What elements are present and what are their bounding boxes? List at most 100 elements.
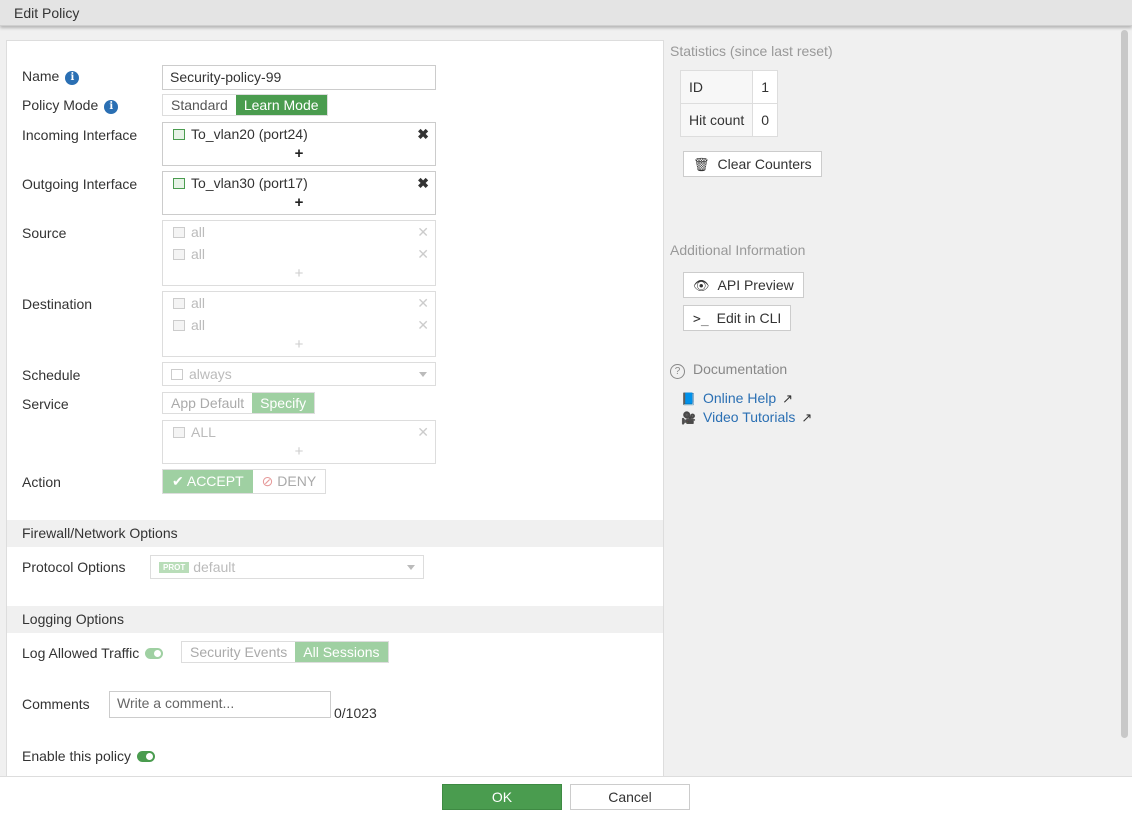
address-icon <box>173 227 185 238</box>
protocol-options-label: Protocol Options <box>22 559 126 575</box>
log-security-events-option[interactable]: Security Events <box>182 642 295 662</box>
cancel-button[interactable]: Cancel <box>570 784 690 810</box>
external-link-icon: ↗ <box>801 410 813 425</box>
question-icon: ? <box>670 364 685 379</box>
external-link-icon: ↗ <box>782 391 794 406</box>
name-input[interactable]: Security-policy-99 <box>162 65 436 90</box>
table-row: ID 1 <box>679 70 779 104</box>
stat-value: 0 <box>752 103 779 137</box>
remove-icon[interactable]: ✕ <box>417 292 429 314</box>
schedule-select[interactable]: always <box>162 362 436 386</box>
address-entry: all ✕ <box>163 221 435 243</box>
protocol-options-select[interactable]: PROT default <box>150 555 424 579</box>
remove-icon[interactable]: ✖ <box>417 123 429 145</box>
outgoing-interface-field[interactable]: To_vlan30 (port17) ✖ + <box>162 171 436 215</box>
check-icon: ✔ <box>172 473 184 489</box>
interface-icon <box>173 178 185 189</box>
policy-mode-learn-option[interactable]: Learn Mode <box>235 95 327 115</box>
remove-icon[interactable]: ✕ <box>417 421 429 443</box>
firewall-network-options-header: Firewall/Network Options <box>7 520 663 547</box>
service-specify-option[interactable]: Specify <box>252 393 315 413</box>
action-deny-option[interactable]: ⊘ DENY <box>253 470 326 493</box>
eye-icon: 👁 <box>693 278 710 293</box>
remove-icon[interactable]: ✕ <box>417 221 429 243</box>
info-icon[interactable]: i <box>104 100 119 114</box>
address6-entry: all ✕ <box>163 314 435 336</box>
action-label: Action <box>22 474 61 490</box>
documentation-title: ? Documentation <box>670 361 787 379</box>
deny-icon: ⊘ <box>261 473 274 489</box>
table-row: Hit count 0 <box>679 103 779 137</box>
policy-mode-standard-option[interactable]: Standard <box>163 95 236 115</box>
chevron-down-icon <box>419 372 427 377</box>
remove-icon[interactable]: ✕ <box>417 314 429 336</box>
protocol-badge: PROT <box>159 562 190 573</box>
add-entry-button[interactable]: + <box>163 194 435 214</box>
address6-entry: all ✕ <box>163 243 435 265</box>
action-toggle: ✔ ACCEPT ⊘ DENY <box>162 469 327 494</box>
service-icon <box>173 427 185 438</box>
ok-button[interactable]: OK <box>442 784 562 810</box>
source-field[interactable]: all ✕ all ✕ + <box>162 220 436 286</box>
stat-key: Hit count <box>679 103 754 137</box>
destination-label: Destination <box>22 296 93 312</box>
comments-label: Comments <box>22 696 90 712</box>
clear-counters-button[interactable]: 🗑 Clear Counters <box>683 151 822 177</box>
online-help-link[interactable]: 📘 Online Help ↗ <box>681 390 793 407</box>
enable-policy-toggle[interactable] <box>136 751 155 762</box>
service-field[interactable]: ALL ✕ + <box>162 420 436 464</box>
address-icon <box>173 298 185 309</box>
stat-value: 1 <box>752 70 779 104</box>
policy-mode-label: Policy Mode i <box>22 97 119 114</box>
add-entry-button[interactable]: + <box>163 145 435 165</box>
book-icon: 📘 <box>681 392 696 406</box>
enable-policy-label: Enable this policy <box>22 748 155 764</box>
video-camera-icon: 🎥 <box>681 411 696 425</box>
stat-key: ID <box>679 70 754 104</box>
schedule-label: Schedule <box>22 367 81 383</box>
dialog-footer: OK Cancel <box>0 776 1132 814</box>
name-label: Name i <box>22 68 80 85</box>
trash-icon: 🗑 <box>693 157 710 172</box>
address-entry: all ✕ <box>163 292 435 314</box>
action-accept-option[interactable]: ✔ ACCEPT <box>163 470 253 493</box>
api-preview-button[interactable]: 👁 API Preview <box>683 272 804 298</box>
remove-icon[interactable]: ✕ <box>417 243 429 265</box>
service-mode-toggle: App Default Specify <box>162 392 316 414</box>
service-label: Service <box>22 396 69 412</box>
incoming-interface-field[interactable]: To_vlan20 (port24) ✖ + <box>162 122 436 166</box>
remove-icon[interactable]: ✖ <box>417 172 429 194</box>
dialog-title: Edit Policy <box>14 5 80 21</box>
edit-in-cli-button[interactable]: >_ Edit in CLI <box>683 305 792 331</box>
comments-textarea[interactable]: Write a comment... <box>109 691 331 718</box>
additional-information-title: Additional Information <box>670 242 806 258</box>
destination-field[interactable]: all ✕ all ✕ + <box>162 291 436 357</box>
dialog-title-bar: Edit Policy <box>0 0 1132 26</box>
video-tutorials-link[interactable]: 🎥 Video Tutorials ↗ <box>681 409 812 426</box>
add-entry-button[interactable]: + <box>163 265 435 285</box>
interface-entry: To_vlan30 (port17) ✖ <box>163 172 435 194</box>
service-entry: ALL ✕ <box>163 421 435 443</box>
policy-mode-toggle: Standard Learn Mode <box>162 94 328 116</box>
incoming-interface-label: Incoming Interface <box>22 127 138 143</box>
log-all-sessions-option[interactable]: All Sessions <box>295 642 388 662</box>
address6-icon <box>173 249 185 260</box>
add-entry-button[interactable]: + <box>163 336 435 356</box>
outgoing-interface-label: Outgoing Interface <box>22 176 138 192</box>
log-allowed-traffic-label: Log Allowed Traffic <box>22 645 164 661</box>
interface-entry: To_vlan20 (port24) ✖ <box>163 123 435 145</box>
add-entry-button[interactable]: + <box>163 443 435 463</box>
calendar-icon <box>171 369 183 380</box>
comments-counter: 0/1023 <box>334 705 377 721</box>
address6-icon <box>173 320 185 331</box>
log-allowed-traffic-toggle[interactable] <box>145 648 164 659</box>
log-scope-toggle: Security Events All Sessions <box>181 641 389 663</box>
scrollbar[interactable] <box>1121 30 1128 738</box>
policy-form-panel: Name i Security-policy-99 Policy Mode i St… <box>6 40 664 780</box>
logging-options-header: Logging Options <box>7 606 663 633</box>
statistics-table: ID 1 Hit count 0 <box>679 70 779 137</box>
terminal-icon: >_ <box>693 312 709 327</box>
service-app-default-option[interactable]: App Default <box>163 393 252 413</box>
statistics-title: Statistics (since last reset) <box>670 43 833 59</box>
info-icon[interactable]: i <box>65 71 80 85</box>
